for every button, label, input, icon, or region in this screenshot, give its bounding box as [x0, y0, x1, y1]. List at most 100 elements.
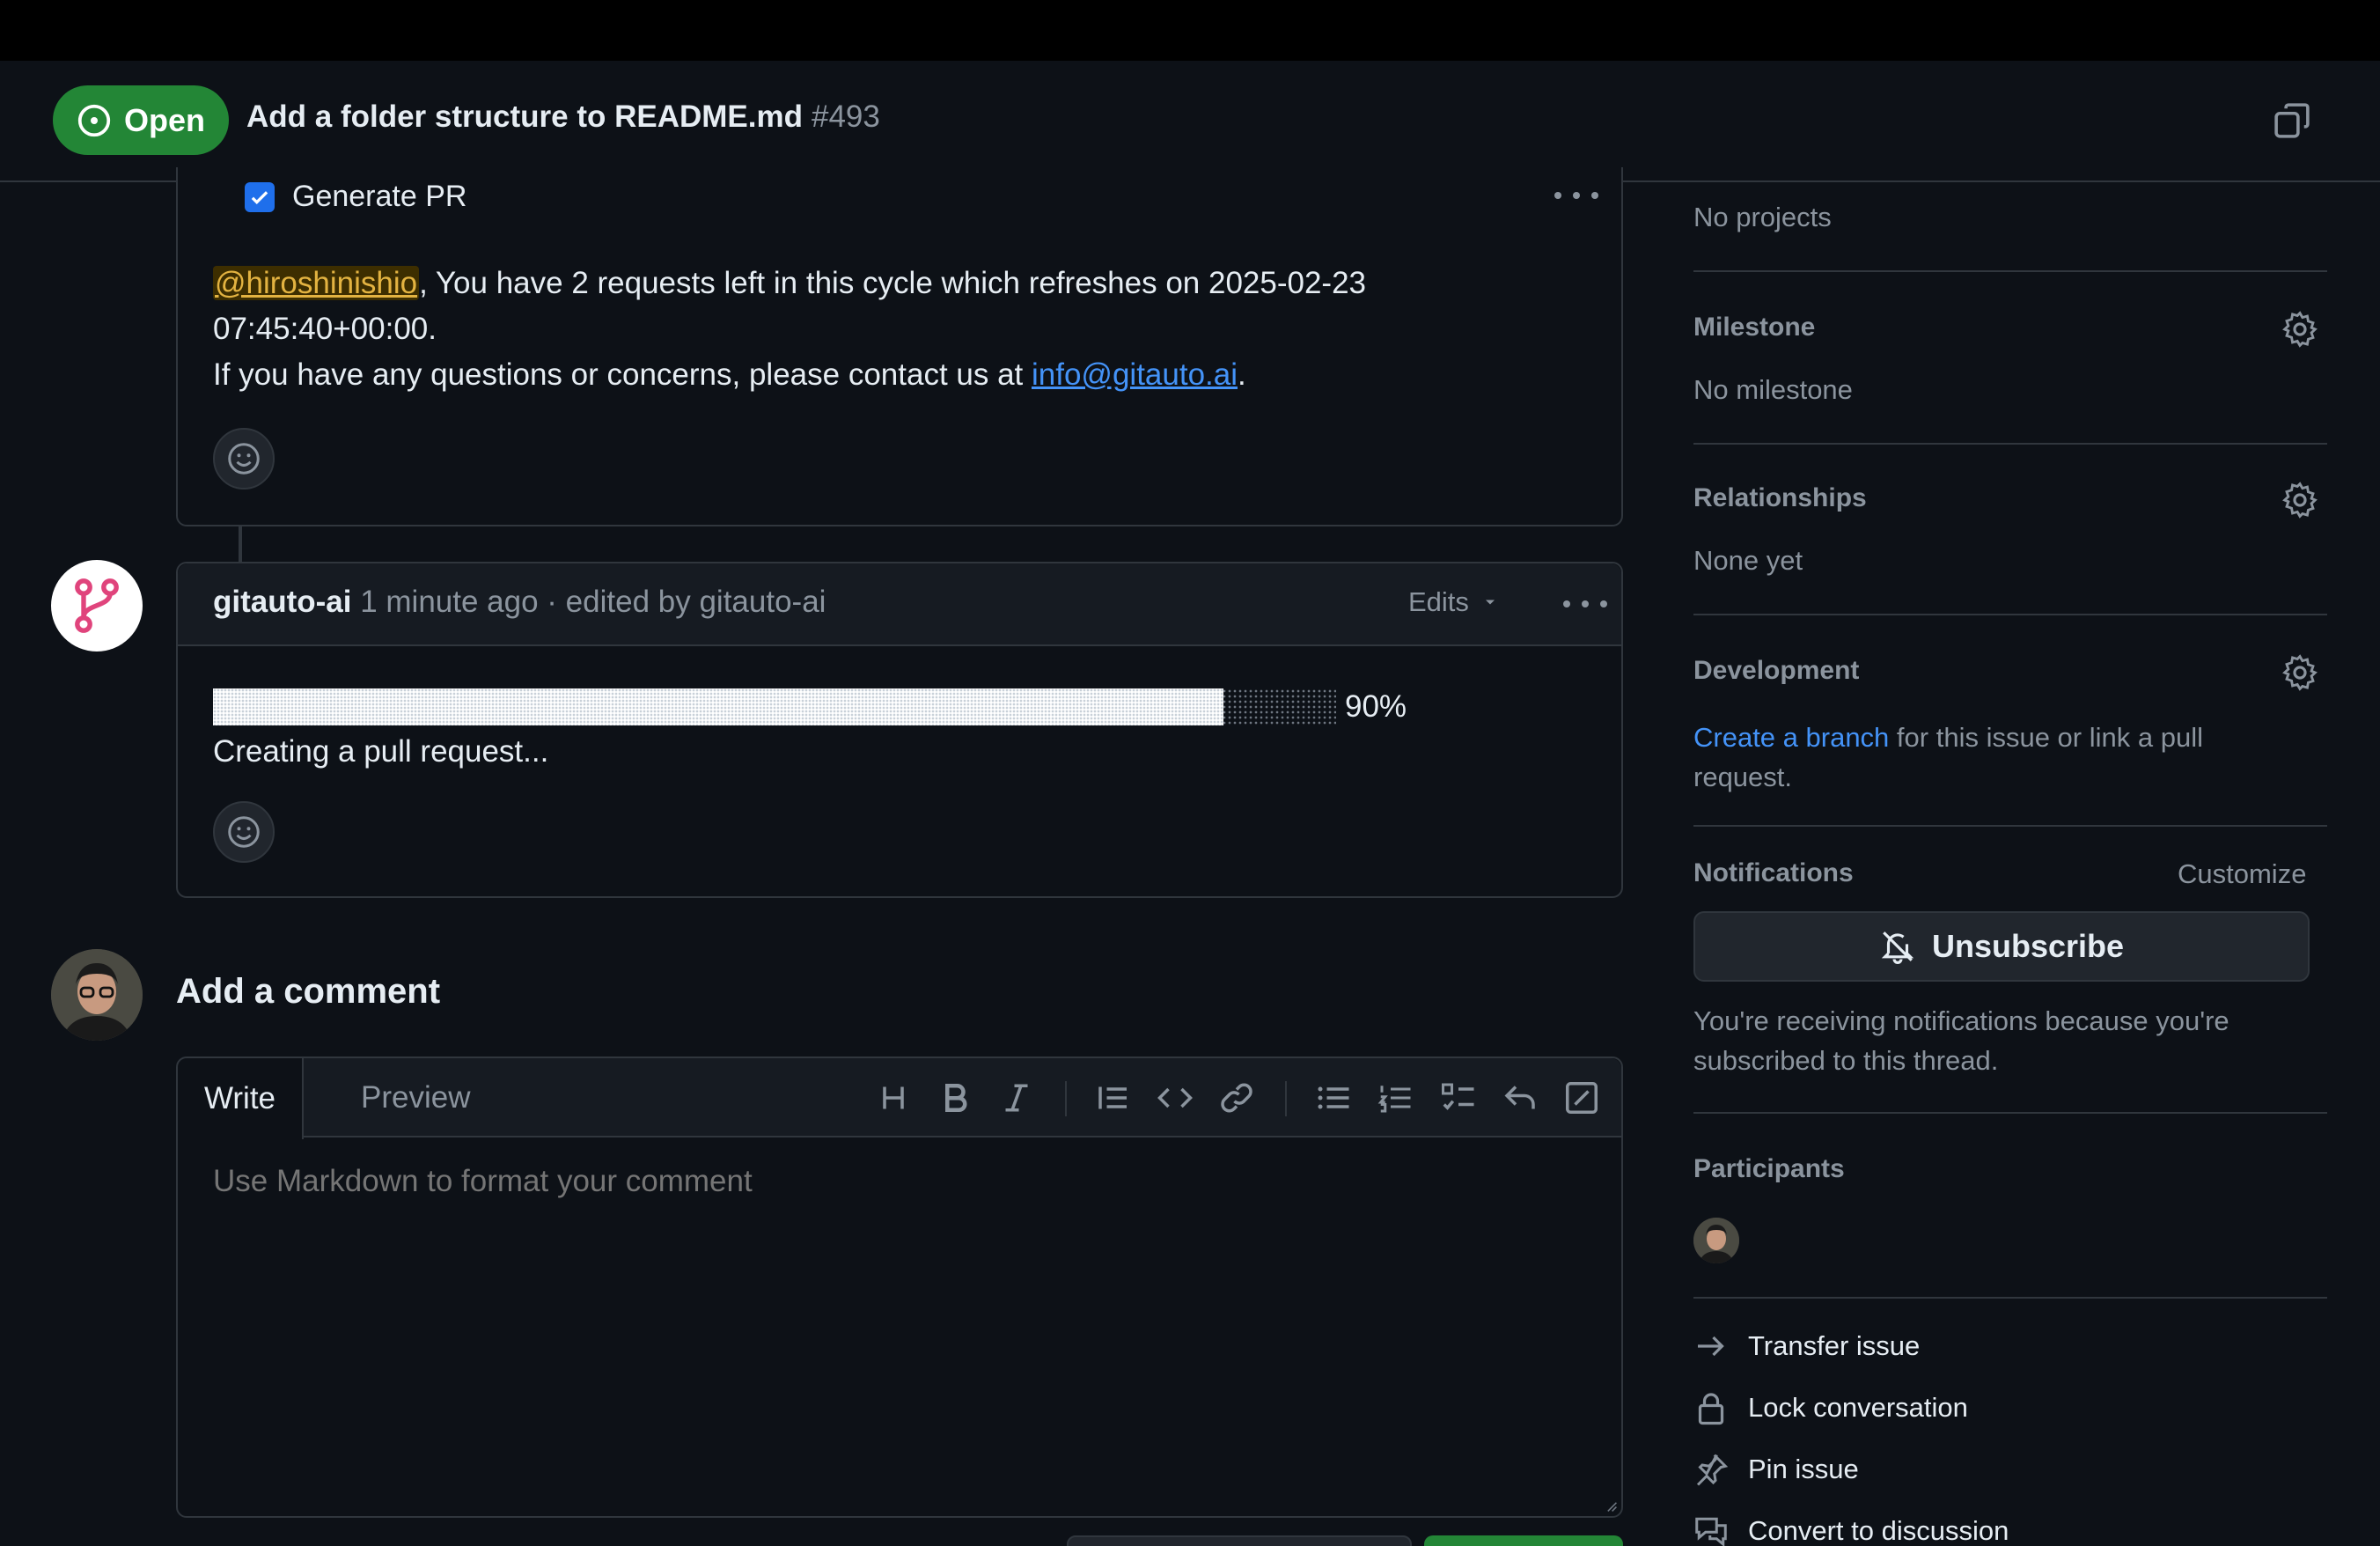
gear-icon[interactable]: [2281, 311, 2318, 348]
tab-write[interactable]: Write: [178, 1058, 305, 1139]
ordered-list-icon[interactable]: [1375, 1078, 1415, 1118]
comment-body: @hiroshinishio, You have 2 requests left…: [213, 261, 1366, 398]
copy-icon[interactable]: [2273, 101, 2311, 140]
notifications-heading: Notifications: [1693, 858, 1854, 887]
code-icon[interactable]: [1155, 1078, 1195, 1118]
comment-line3-prefix: If you have any questions or concerns, p…: [213, 357, 1032, 392]
sidebar-divider: [1693, 270, 2327, 272]
bold-icon[interactable]: [935, 1078, 975, 1118]
tab-preview[interactable]: Preview: [334, 1058, 496, 1137]
pin-issue-label: Pin issue: [1748, 1454, 1859, 1484]
participant-avatar[interactable]: [1693, 1218, 1739, 1263]
progress-percent: 90%: [1345, 689, 1407, 724]
add-reaction-button[interactable]: [213, 428, 275, 490]
comment-card-bot: gitauto-ai 1 minute ago · edited by gita…: [176, 562, 1623, 898]
user-photo: [1693, 1218, 1739, 1263]
issue-state-badge: Open: [53, 85, 229, 155]
comment-options-button[interactable]: [1554, 187, 1598, 204]
comment-editor: Write Preview: [176, 1056, 1623, 1518]
quote-icon[interactable]: [1093, 1078, 1134, 1118]
task-checkbox[interactable]: [245, 181, 275, 212]
development-text: Create a branch for this issue or link a…: [1693, 718, 2203, 797]
development-text-line2: request.: [1693, 762, 1793, 792]
comment-discussion-icon: [1695, 1517, 1727, 1546]
smiley-icon: [228, 816, 260, 848]
link-icon[interactable]: [1216, 1078, 1257, 1118]
progress-bar: [213, 688, 1336, 725]
lock-conversation-action[interactable]: Lock conversation: [1693, 1390, 1968, 1425]
caret-down-icon: [1485, 600, 1495, 605]
git-branch-icon: [75, 578, 119, 633]
issue-header: Open Add a folder structure to README.md…: [0, 61, 2380, 182]
editor-toolbar: Write Preview: [178, 1058, 1621, 1139]
progress-status: Creating a pull request...: [213, 734, 549, 769]
edits-dropdown[interactable]: Edits: [1408, 586, 1499, 618]
sidebar-divider: [1693, 1297, 2327, 1299]
arrow-right-icon: [1698, 1336, 1724, 1357]
comment-author[interactable]: gitauto-ai: [213, 585, 351, 619]
lock-conversation-label: Lock conversation: [1748, 1392, 1968, 1423]
issue-state-label: Open: [123, 101, 205, 138]
user-photo: [51, 949, 143, 1041]
smiley-icon: [228, 443, 260, 475]
user-mention[interactable]: @hiroshinishio: [213, 266, 420, 300]
add-reaction-button[interactable]: [213, 801, 275, 863]
projects-value: No projects: [1693, 202, 1832, 232]
relationships-value: None yet: [1693, 545, 1803, 576]
participants-heading: Participants: [1693, 1154, 1845, 1183]
sidebar-divider: [1693, 443, 2327, 445]
task-item: Generate PR: [245, 180, 466, 214]
heading-icon[interactable]: [873, 1078, 914, 1118]
task-label: Generate PR: [292, 180, 467, 213]
comment-line1: , You have 2 requests left in this cycle…: [419, 266, 1367, 300]
unsubscribe-label: Unsubscribe: [1931, 928, 2125, 964]
issue-open-icon: [77, 104, 111, 136]
sidebar-divider: [1693, 825, 2327, 827]
comment-line2: 07:45:40+00:00.: [213, 312, 437, 346]
bot-avatar[interactable]: [51, 560, 143, 652]
notification-reason-line2: subscribed to this thread.: [1693, 1045, 1999, 1076]
milestone-heading[interactable]: Milestone: [1693, 313, 1815, 342]
development-text-line1: for this issue or link a pull: [1889, 722, 2203, 753]
unsubscribe-button[interactable]: Unsubscribe: [1693, 911, 2310, 982]
pin-issue-action[interactable]: Pin issue: [1693, 1452, 1859, 1487]
timeline-connector: [239, 526, 242, 562]
add-comment-heading: Add a comment: [176, 972, 441, 1011]
italic-icon[interactable]: [996, 1078, 1037, 1118]
email-link[interactable]: info@gitauto.ai: [1032, 357, 1238, 392]
milestone-value: No milestone: [1693, 374, 1853, 405]
transfer-issue-label: Transfer issue: [1748, 1330, 1921, 1361]
comment-header: gitauto-ai 1 minute ago · edited by gita…: [178, 563, 1621, 646]
sidebar-divider: [1693, 614, 2327, 615]
convert-to-discussion-action[interactable]: Convert to discussion: [1693, 1513, 2009, 1546]
lock-icon: [1698, 1393, 1724, 1425]
transfer-issue-action[interactable]: Transfer issue: [1693, 1329, 1920, 1364]
issue-title-text: Add a folder structure to README.md: [246, 99, 803, 134]
gear-icon[interactable]: [2281, 654, 2318, 691]
comment-textarea[interactable]: [213, 1164, 1586, 1199]
close-issue-button[interactable]: [1067, 1535, 1412, 1546]
gear-icon[interactable]: [2281, 482, 2318, 519]
customize-link[interactable]: Customize: [2178, 858, 2306, 890]
unordered-list-icon[interactable]: [1313, 1078, 1354, 1118]
create-branch-link[interactable]: Create a branch: [1693, 722, 1889, 753]
notification-reason-line1: You're receiving notifications because y…: [1693, 1005, 2229, 1036]
comment-meta[interactable]: 1 minute ago · edited by gitauto-ai: [351, 585, 826, 619]
sidebar-divider: [1693, 1112, 2327, 1114]
browser-top-bar: [0, 0, 2380, 61]
bell-slash-icon: [1881, 931, 1914, 964]
current-user-avatar[interactable]: [51, 949, 143, 1041]
comment-card-previous: Generate PR @hiroshinishio, You have 2 r…: [176, 167, 1623, 526]
reply-icon[interactable]: [1500, 1078, 1540, 1118]
comment-submit-button[interactable]: [1424, 1535, 1623, 1546]
check-icon: [251, 190, 268, 204]
edits-label: Edits: [1408, 586, 1469, 617]
development-heading[interactable]: Development: [1693, 656, 1859, 686]
resize-handle-icon[interactable]: [1604, 1498, 1618, 1513]
comment-author-line: gitauto-ai 1 minute ago · edited by gita…: [213, 585, 826, 620]
comment-options-button[interactable]: [1563, 595, 1607, 613]
task-list-icon[interactable]: [1438, 1078, 1479, 1118]
progress-bar-fill: [213, 688, 1224, 725]
relationships-heading[interactable]: Relationships: [1693, 483, 1867, 513]
slash-commands-icon[interactable]: [1561, 1078, 1602, 1118]
